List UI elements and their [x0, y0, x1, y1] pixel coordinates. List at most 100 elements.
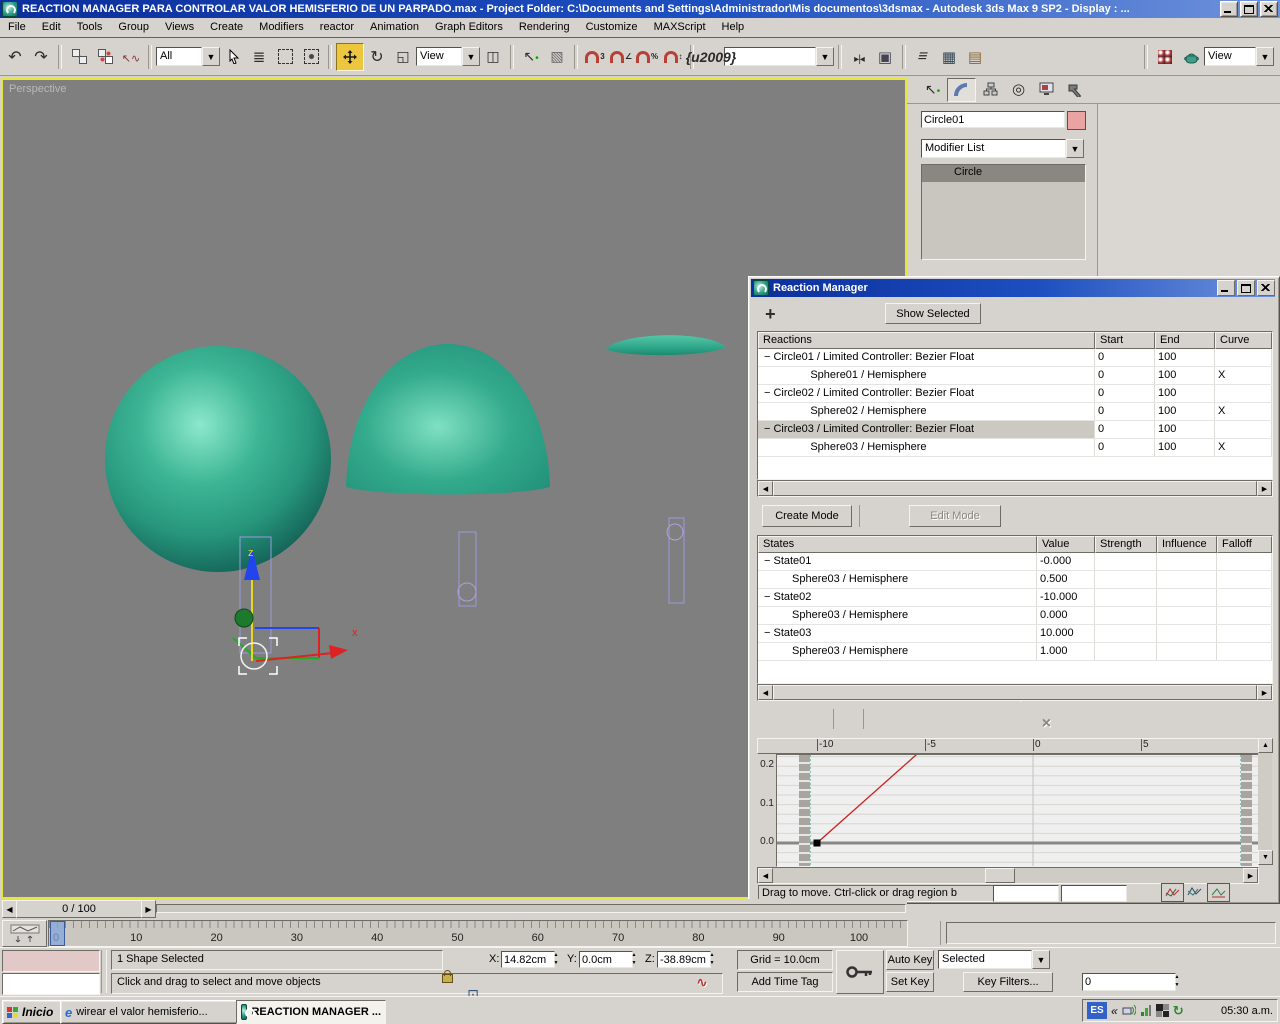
track-bar-ruler[interactable]: 0102030405060708090100	[48, 920, 908, 947]
object-color-swatch[interactable]	[1067, 111, 1086, 130]
current-frame-field[interactable]	[1082, 973, 1176, 991]
reaction-end-cell[interactable]: 100	[1155, 385, 1215, 402]
state-influence-cell[interactable]	[1157, 553, 1217, 570]
dropdown-arrow-icon[interactable]	[1032, 950, 1050, 969]
modifier-stack-item[interactable]: Circle	[922, 165, 1085, 182]
state-strength-cell[interactable]	[1095, 571, 1157, 588]
state-falloff-cell[interactable]	[1217, 607, 1272, 624]
state-name-cell[interactable]: − State01	[758, 553, 1037, 570]
state-falloff-cell[interactable]	[1217, 643, 1272, 660]
state-value-cell[interactable]: -0.000	[1037, 553, 1095, 570]
menu-maxscript[interactable]: MAXScript	[646, 18, 714, 37]
state-strength-cell[interactable]	[1095, 625, 1157, 642]
menu-rendering[interactable]: Rendering	[511, 18, 578, 37]
tab-utilities[interactable]	[1061, 78, 1088, 100]
reaction-start-cell[interactable]: 0	[1095, 349, 1155, 366]
falloff-col-header[interactable]: Falloff	[1217, 536, 1272, 553]
reaction-curve-svg[interactable]	[777, 755, 1258, 866]
maxscript-mini-listener-pink[interactable]	[2, 950, 100, 972]
curve-col-header[interactable]: Curve	[1215, 332, 1272, 349]
material-editor-button[interactable]	[1152, 44, 1178, 70]
start-button[interactable]: Inicio	[2, 1000, 64, 1024]
state-influence-cell[interactable]	[1157, 589, 1217, 606]
x-coord-field[interactable]	[501, 951, 555, 968]
scroll-track[interactable]	[773, 868, 1243, 883]
reactions-col-header[interactable]: Reactions	[758, 332, 1095, 349]
menu-modifiers[interactable]: Modifiers	[251, 18, 312, 37]
minimize-button[interactable]	[1220, 1, 1238, 17]
rm-key-time-field[interactable]	[993, 885, 1059, 902]
modifier-list-dropdown[interactable]: Modifier List	[921, 139, 1084, 158]
set-key-button[interactable]: Set Key	[886, 972, 934, 992]
bind-to-space-warp-button[interactable]	[118, 44, 144, 70]
state-influence-cell[interactable]	[1157, 643, 1217, 660]
select-and-scale-button[interactable]	[390, 44, 416, 70]
dropdown-arrow-icon[interactable]	[462, 47, 480, 66]
graph-hscrollbar[interactable]: ◀ ▶	[757, 867, 1259, 884]
taskbar-task-inactive[interactable]: wirear el valor hemisferio...	[60, 1000, 242, 1024]
rectangular-selection-region-button[interactable]	[272, 44, 298, 70]
menu-tools[interactable]: Tools	[69, 18, 111, 37]
states-table[interactable]: States Value Strength Influence Falloff …	[757, 535, 1273, 684]
circle02-shape[interactable]	[457, 582, 477, 602]
updates-icon[interactable]	[1173, 1003, 1184, 1019]
state-value-cell[interactable]: 0.000	[1037, 607, 1095, 624]
add-time-tag-button[interactable]: Add Time Tag	[737, 972, 833, 992]
rm-key-value-field[interactable]	[1061, 885, 1127, 902]
previous-frame-arrow[interactable]: ◀	[2, 900, 17, 918]
z-spinner[interactable]: ▲ ▼	[707, 951, 717, 967]
render-type-dropdown[interactable]: View	[1204, 47, 1274, 66]
object-name-field[interactable]	[921, 111, 1065, 128]
edit-named-selection-sets-button[interactable]	[698, 44, 724, 70]
transform-gizmo[interactable]: z x	[232, 547, 358, 675]
scroll-right-arrow[interactable]: ▶	[1257, 685, 1272, 700]
reaction-curve-cell[interactable]	[1215, 385, 1272, 402]
tab-hierarchy[interactable]	[977, 78, 1004, 100]
reaction-start-cell[interactable]: 0	[1095, 421, 1155, 438]
use-pivot-point-center-button[interactable]	[480, 44, 506, 70]
state-influence-cell[interactable]	[1157, 625, 1217, 642]
add-master-button[interactable]	[757, 301, 783, 327]
selection-lock-toggle[interactable]	[437, 966, 457, 985]
state-row[interactable]: − State03 10.000	[758, 625, 1272, 643]
time-slider-handle[interactable]: 0 / 100	[16, 900, 142, 918]
next-frame-arrow[interactable]: ▶	[141, 900, 156, 918]
select-and-rotate-button[interactable]	[364, 44, 390, 70]
z-coord-field[interactable]	[657, 951, 711, 968]
taskbar-task-active[interactable]: REACTION MANAGER ...	[236, 1000, 386, 1024]
dropdown-arrow-icon[interactable]	[816, 47, 834, 66]
state-name-cell[interactable]: Sphere03 / Hemisphere	[758, 607, 1037, 624]
reaction-end-cell[interactable]: 100	[1155, 421, 1215, 438]
select-by-name-button[interactable]	[246, 44, 272, 70]
state-value-cell[interactable]: 1.000	[1037, 643, 1095, 660]
reaction-start-cell[interactable]: 0	[1095, 439, 1155, 456]
states-col-header[interactable]: States	[758, 536, 1037, 553]
render-setup-button[interactable]	[1178, 44, 1204, 70]
tray-chevron-icon[interactable]	[1111, 1004, 1118, 1018]
reaction-manager-titlebar[interactable]: Reaction Manager	[751, 279, 1275, 297]
open-mini-curve-editor-button[interactable]	[2, 920, 47, 947]
snaps-toggle-button[interactable]: 3	[582, 44, 608, 70]
show-selected-button[interactable]: Show Selected	[885, 303, 981, 324]
language-indicator[interactable]: ES	[1087, 1002, 1107, 1019]
reaction-name-cell[interactable]: Sphere02 / Hemisphere	[758, 403, 1095, 420]
scroll-thumb[interactable]	[984, 868, 1015, 883]
redo-button[interactable]	[28, 44, 54, 70]
reaction-row[interactable]: − Circle02 / Limited Controller: Bezier …	[758, 385, 1272, 403]
state-influence-cell[interactable]	[1157, 607, 1217, 624]
influence-col-header[interactable]: Influence	[1157, 536, 1217, 553]
select-object-button[interactable]	[220, 44, 246, 70]
dropdown-arrow-icon[interactable]	[202, 47, 220, 66]
close-button[interactable]	[1260, 1, 1278, 17]
x-spinner[interactable]: ▲ ▼	[551, 951, 561, 967]
reaction-name-cell[interactable]: Sphere03 / Hemisphere	[758, 439, 1095, 456]
menu-create[interactable]: Create	[202, 18, 251, 37]
modifier-stack-list[interactable]: Circle	[921, 164, 1086, 260]
graph-vscrollbar[interactable]: ▲ ▼	[1258, 738, 1273, 865]
scroll-down-arrow[interactable]: ▼	[1258, 850, 1273, 865]
restore-button[interactable]	[1240, 1, 1258, 17]
reaction-curve-cell[interactable]: X	[1215, 403, 1272, 420]
menu-edit[interactable]: Edit	[34, 18, 69, 37]
rm-minimize-button[interactable]	[1217, 280, 1235, 296]
zoom-horizontal-extents-button[interactable]	[1161, 883, 1184, 902]
